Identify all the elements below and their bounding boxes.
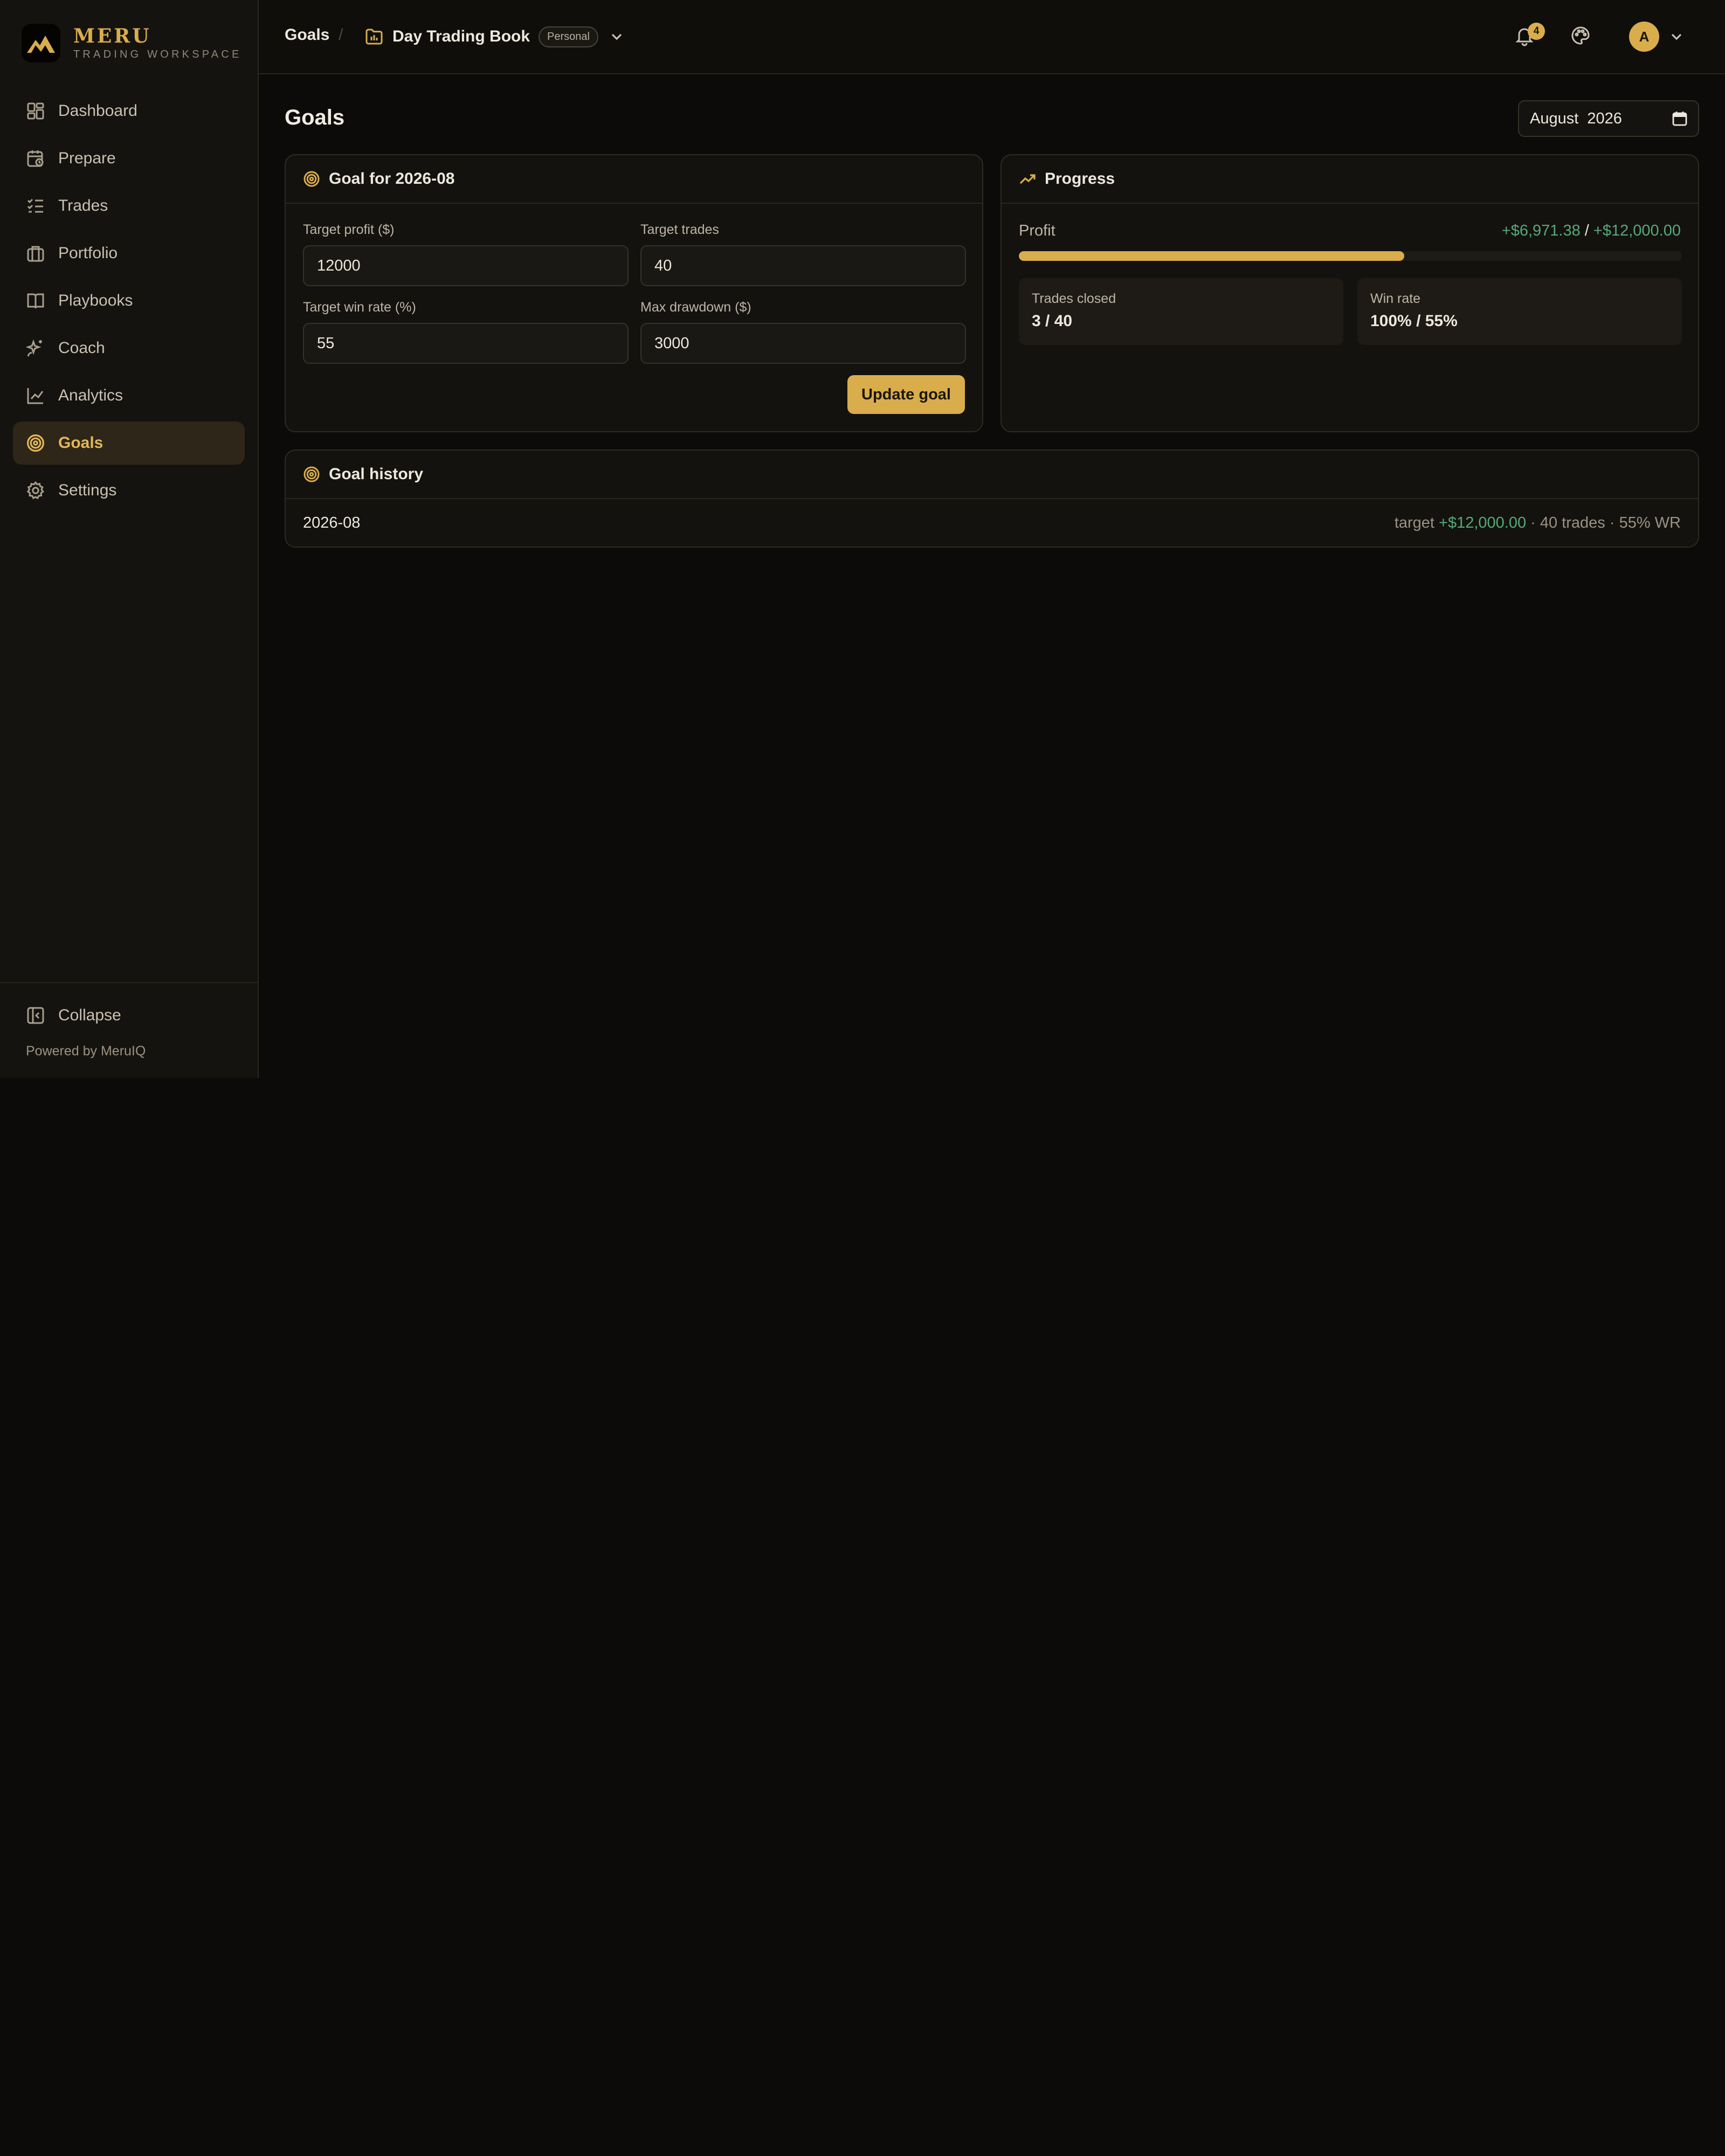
- win-rate-label: Win rate: [1370, 291, 1421, 306]
- app-window: MERU TRADING WORKSPACE Dashboard Prepare: [0, 0, 1725, 1078]
- chevron-down-icon[interactable]: [609, 29, 624, 44]
- history-suffix: · 40 trades · 55% WR: [1526, 514, 1681, 531]
- target-win-rate-input[interactable]: 55: [303, 323, 629, 364]
- sidebar-item-label: Goals: [58, 434, 104, 452]
- sidebar-item-label: Trades: [58, 197, 108, 215]
- meru-logo-icon: [22, 24, 60, 63]
- max-drawdown-field: Max drawdown ($) 3000: [640, 300, 966, 364]
- target-icon: [303, 466, 320, 483]
- history-amount: +$12,000.00: [1439, 514, 1527, 531]
- powered-by-text: Powered by MeruIQ: [26, 1044, 146, 1059]
- month-picker[interactable]: August 2026: [1518, 100, 1699, 137]
- month-value: August 2026: [1530, 109, 1622, 127]
- target-profit-field: Target profit ($) 12000: [303, 222, 629, 286]
- chevron-down-icon[interactable]: [1669, 29, 1684, 44]
- sidebar-item-label: Playbooks: [58, 292, 133, 309]
- progress-title: Progress: [1045, 170, 1115, 188]
- brand-subtitle: TRADING WORKSPACE: [73, 49, 242, 60]
- collapse-label: Collapse: [58, 1006, 121, 1024]
- sidebar-item-label: Prepare: [58, 149, 116, 167]
- trades-closed-stat: Trades closed 3 / 40: [1019, 278, 1343, 345]
- palette-icon[interactable]: [1570, 25, 1591, 46]
- profit-current: +$6,971.38: [1501, 222, 1581, 239]
- collapse-button[interactable]: Collapse: [13, 996, 245, 1035]
- sidebar-nav: Dashboard Prepare Trades Portfolio Playb…: [13, 89, 245, 516]
- profit-label: Profit: [1019, 222, 1055, 239]
- gear-icon: [26, 481, 45, 500]
- history-month: 2026-08: [303, 514, 361, 531]
- progress-card: Progress Profit +$6,971.38 / +$12,000.00…: [1000, 154, 1699, 432]
- profit-separator: /: [1580, 222, 1593, 239]
- sidebar-item-label: Settings: [58, 481, 117, 499]
- target-icon: [303, 170, 320, 188]
- win-rate-value: 100% / 55%: [1370, 312, 1458, 330]
- profit-values: +$6,971.38 / +$12,000.00: [1502, 222, 1681, 240]
- page-title: Goals: [285, 106, 345, 129]
- goal-form-card: Goal for 2026-08 Target profit ($) 12000…: [285, 154, 983, 432]
- goal-form-title: Goal for 2026-08: [329, 170, 455, 188]
- trending-up-icon: [1019, 170, 1036, 188]
- briefcase-icon: [26, 244, 45, 263]
- calendar-clock-icon: [26, 149, 45, 168]
- sidebar-item-analytics[interactable]: Analytics: [13, 374, 245, 417]
- target-profit-input[interactable]: 12000: [303, 245, 629, 286]
- goal-history-header: Goal history: [286, 451, 1698, 499]
- goal-history-card: Goal history 2026-08 target +$12,000.00 …: [285, 450, 1699, 548]
- sidebar-item-playbooks[interactable]: Playbooks: [13, 279, 245, 322]
- sidebar-item-dashboard[interactable]: Dashboard: [13, 89, 245, 133]
- book-selector[interactable]: Day Trading Book Personal: [364, 22, 624, 52]
- sidebar-item-label: Analytics: [58, 386, 123, 404]
- max-drawdown-label: Max drawdown ($): [640, 300, 751, 315]
- checklist-icon: [26, 196, 45, 216]
- book-type-badge: Personal: [539, 26, 598, 47]
- book-open-icon: [26, 291, 45, 310]
- target-trades-input[interactable]: 40: [640, 245, 966, 286]
- brand[interactable]: MERU TRADING WORKSPACE: [22, 24, 242, 63]
- goal-form-header: Goal for 2026-08: [286, 155, 982, 204]
- history-summary: target +$12,000.00 · 40 trades · 55% WR: [1395, 514, 1681, 532]
- brand-name: MERU: [73, 25, 151, 47]
- sidebar-item-prepare[interactable]: Prepare: [13, 137, 245, 180]
- trades-closed-label: Trades closed: [1032, 291, 1116, 306]
- profit-progress-bar: [1019, 251, 1682, 261]
- progress-header: Progress: [1002, 155, 1698, 204]
- target-icon: [26, 433, 45, 453]
- target-win-rate-field: Target win rate (%) 55: [303, 300, 629, 364]
- sidebar-item-label: Dashboard: [58, 102, 137, 120]
- update-goal-button[interactable]: Update goal: [847, 375, 965, 414]
- notification-count-badge: 4: [1528, 23, 1545, 40]
- trades-closed-value: 3 / 40: [1032, 312, 1073, 330]
- sidebar-footer: Collapse Powered by MeruIQ: [0, 982, 258, 1078]
- win-rate-stat: Win rate 100% / 55%: [1357, 278, 1682, 345]
- sidebar-item-label: Portfolio: [58, 244, 118, 262]
- max-drawdown-input[interactable]: 3000: [640, 323, 966, 364]
- target-win-rate-label: Target win rate (%): [303, 300, 416, 315]
- sidebar: MERU TRADING WORKSPACE Dashboard Prepare: [0, 0, 259, 1078]
- book-name: Day Trading Book: [392, 27, 530, 45]
- profit-progress-fill: [1019, 251, 1404, 261]
- dashboard-icon: [26, 101, 45, 121]
- calendar-icon[interactable]: [1672, 111, 1687, 126]
- sidebar-item-trades[interactable]: Trades: [13, 184, 245, 227]
- history-prefix: target: [1394, 514, 1439, 531]
- target-trades-label: Target trades: [640, 222, 719, 237]
- collapse-panel-icon: [26, 1006, 45, 1025]
- book-chart-icon: [364, 27, 384, 46]
- sidebar-item-coach[interactable]: Coach: [13, 327, 245, 370]
- line-chart-icon: [26, 386, 45, 405]
- avatar[interactable]: A: [1629, 22, 1659, 52]
- goal-history-title: Goal history: [329, 465, 424, 483]
- sidebar-item-settings[interactable]: Settings: [13, 469, 245, 512]
- sidebar-item-portfolio[interactable]: Portfolio: [13, 232, 245, 275]
- target-profit-label: Target profit ($): [303, 222, 395, 237]
- sidebar-item-label: Coach: [58, 339, 105, 357]
- sidebar-item-goals[interactable]: Goals: [13, 421, 245, 465]
- list-item[interactable]: 2026-08 target +$12,000.00 · 40 trades ·…: [303, 499, 1681, 547]
- profit-target: +$12,000.00: [1593, 222, 1681, 239]
- sparkles-icon: [26, 338, 45, 358]
- target-trades-field: Target trades 40: [640, 222, 966, 286]
- breadcrumb-goals[interactable]: Goals: [285, 26, 329, 44]
- breadcrumb-separator: /: [339, 26, 343, 44]
- top-header: Goals / Day Trading Book Personal 4 A: [259, 0, 1725, 74]
